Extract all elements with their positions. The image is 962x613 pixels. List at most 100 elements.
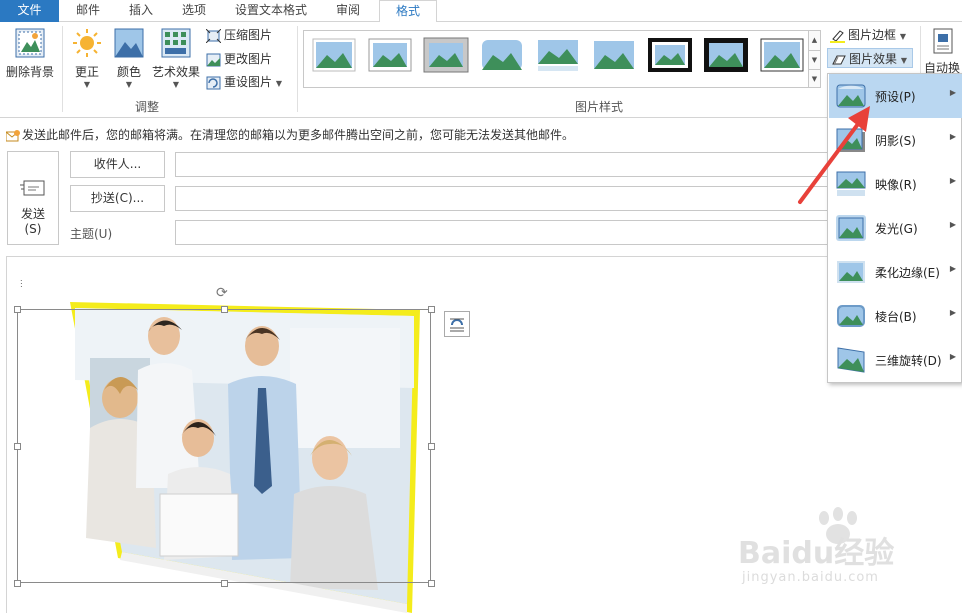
change-picture-button[interactable]: 更改图片 bbox=[206, 49, 272, 69]
menu-item-label: 映像(R) bbox=[875, 178, 917, 192]
reset-picture-label: 重设图片 bbox=[224, 75, 273, 89]
chevron-down-icon: ▼ bbox=[125, 80, 133, 89]
to-button[interactable]: 收件人... bbox=[70, 151, 165, 178]
cc-field[interactable] bbox=[175, 186, 835, 211]
tab-review[interactable]: 审阅 bbox=[326, 0, 370, 22]
reset-picture-icon bbox=[206, 76, 221, 89]
tab-mail[interactable]: 邮件 bbox=[66, 0, 110, 22]
picture-style-5[interactable] bbox=[535, 37, 581, 73]
menu-item-label: 阴影(S) bbox=[875, 134, 916, 148]
chevron-right-icon: ▶ bbox=[949, 176, 956, 185]
resize-handle[interactable] bbox=[428, 580, 435, 587]
body-left-border bbox=[6, 256, 7, 613]
color-label: 颜色 bbox=[116, 65, 141, 79]
mailbox-warning-icon bbox=[5, 129, 20, 141]
chevron-right-icon: ▶ bbox=[949, 88, 956, 97]
resize-handle[interactable] bbox=[428, 443, 435, 450]
artistic-effects-icon bbox=[161, 28, 191, 58]
picture-style-6[interactable] bbox=[591, 37, 637, 73]
pen-icon bbox=[830, 29, 845, 43]
menu-item-glow[interactable]: 发光(G) ▶ bbox=[829, 206, 962, 250]
cc-button[interactable]: 抄送(C)... bbox=[70, 185, 165, 212]
color-picture-icon bbox=[114, 28, 144, 58]
picture-style-8[interactable] bbox=[703, 37, 749, 73]
change-picture-label: 更改图片 bbox=[224, 52, 273, 66]
tab-insert[interactable]: 插入 bbox=[119, 0, 163, 22]
artistic-effects-button[interactable]: 艺术效果 ▼ bbox=[150, 28, 202, 89]
artistic-effects-label: 艺术效果 bbox=[151, 65, 200, 79]
compress-icon bbox=[206, 28, 221, 43]
tab-picture-format[interactable]: 格式 bbox=[379, 0, 437, 23]
subject-field[interactable] bbox=[175, 220, 835, 245]
chevron-down-icon: ▼ bbox=[275, 79, 282, 88]
menu-item-label: 柔化边缘(E) bbox=[875, 266, 940, 280]
resize-handle[interactable] bbox=[14, 443, 21, 450]
remove-background-icon bbox=[15, 28, 45, 58]
3d-rotation-effect-icon bbox=[837, 347, 865, 373]
chevron-right-icon: ▶ bbox=[949, 352, 956, 361]
to-field[interactable] bbox=[175, 152, 835, 177]
chevron-right-icon: ▶ bbox=[949, 308, 956, 317]
color-button[interactable]: 颜色 ▼ bbox=[110, 28, 148, 89]
gallery-scroll-down-icon[interactable]: ▼ bbox=[808, 50, 820, 69]
menu-item-3d-rotation[interactable]: 三维旋转(D) ▶ bbox=[829, 338, 962, 382]
tab-format-text[interactable]: 设置文本格式 bbox=[225, 0, 317, 22]
compress-pictures-button[interactable]: 压缩图片 bbox=[206, 25, 272, 45]
chevron-right-icon: ▶ bbox=[949, 132, 956, 141]
tab-options[interactable]: 选项 bbox=[172, 0, 216, 22]
chevron-right-icon: ▶ bbox=[949, 220, 956, 229]
soft-edges-effect-icon bbox=[837, 261, 865, 283]
menu-item-label: 棱台(B) bbox=[875, 310, 917, 324]
resize-handle[interactable] bbox=[221, 580, 228, 587]
picture-style-3[interactable] bbox=[423, 37, 469, 73]
mailbox-warning-bar: 发送此邮件后，您的邮箱将满。在清理您的邮箱以为更多邮件腾出空间之前，您可能无法发… bbox=[5, 127, 575, 143]
chevron-down-icon: ▼ bbox=[899, 32, 906, 41]
reset-picture-button[interactable]: 重设图片 ▼ bbox=[206, 72, 282, 92]
resize-handle[interactable] bbox=[428, 306, 435, 313]
picture-style-1[interactable] bbox=[311, 37, 357, 73]
picture-border-label: 图片边框 bbox=[848, 28, 897, 42]
mailbox-warning-text: 发送此邮件后，您的邮箱将满。在清理您的邮箱以为更多邮件腾出空间之前，您可能无法发… bbox=[22, 128, 575, 142]
resize-handle[interactable] bbox=[221, 306, 228, 313]
corrections-button[interactable]: 更正 ▼ bbox=[68, 28, 106, 89]
divider bbox=[62, 26, 63, 112]
picture-styles-group-label: 图片样式 bbox=[575, 100, 624, 114]
menu-item-label: 三维旋转(D) bbox=[875, 354, 942, 368]
menu-item-bevel[interactable]: 棱台(B) ▶ bbox=[829, 294, 962, 338]
send-label: 发送 bbox=[20, 207, 45, 221]
picture-selection-frame bbox=[17, 309, 431, 583]
resize-handle[interactable] bbox=[14, 306, 21, 313]
chevron-right-icon: ▶ bbox=[949, 264, 956, 273]
picture-effects-button[interactable]: 图片效果 ▼ bbox=[827, 48, 913, 68]
gallery-scroll-up-icon[interactable]: ▲ bbox=[808, 31, 820, 50]
tab-file[interactable]: 文件 bbox=[0, 0, 59, 22]
picture-styles-gallery: ▲ ▼ ▼ bbox=[303, 30, 821, 88]
chevron-down-icon: ▼ bbox=[172, 80, 180, 89]
send-button[interactable]: 发送 (S) bbox=[7, 151, 59, 245]
chevron-down-icon: ▼ bbox=[83, 80, 91, 89]
watermark-url: jingyan.baidu.com bbox=[742, 570, 879, 585]
picture-effects-icon bbox=[832, 55, 846, 65]
picture-border-button[interactable]: 图片边框 ▼ bbox=[830, 25, 906, 45]
picture-effects-label: 图片效果 bbox=[849, 52, 898, 66]
baidu-watermark: Baidu经验 jingyan.baidu.com bbox=[738, 507, 938, 590]
picture-style-2[interactable] bbox=[367, 37, 413, 73]
layout-options-icon bbox=[450, 318, 464, 332]
auto-wrap-button[interactable]: 自动换 bbox=[924, 28, 962, 76]
remove-background-button[interactable]: 删除背景 bbox=[3, 28, 57, 80]
picture-style-4[interactable] bbox=[479, 37, 525, 73]
picture-style-9[interactable] bbox=[759, 37, 805, 73]
compress-label: 压缩图片 bbox=[224, 28, 273, 42]
resize-handle[interactable] bbox=[14, 580, 21, 587]
layout-options-button[interactable] bbox=[444, 311, 470, 337]
body-divider bbox=[6, 256, 836, 257]
change-picture-icon bbox=[206, 53, 221, 66]
text-cursor-marks: .: bbox=[20, 274, 23, 289]
menu-item-soft-edges[interactable]: 柔化边缘(E) ▶ bbox=[829, 250, 962, 294]
corrections-label: 更正 bbox=[74, 65, 99, 79]
chevron-down-icon: ▼ bbox=[900, 56, 907, 65]
gallery-more-icon[interactable]: ▼ bbox=[808, 69, 820, 87]
menu-item-label: 发光(G) bbox=[875, 222, 918, 236]
picture-style-7[interactable] bbox=[647, 37, 693, 73]
adjust-group-label: 调整 bbox=[135, 100, 160, 114]
